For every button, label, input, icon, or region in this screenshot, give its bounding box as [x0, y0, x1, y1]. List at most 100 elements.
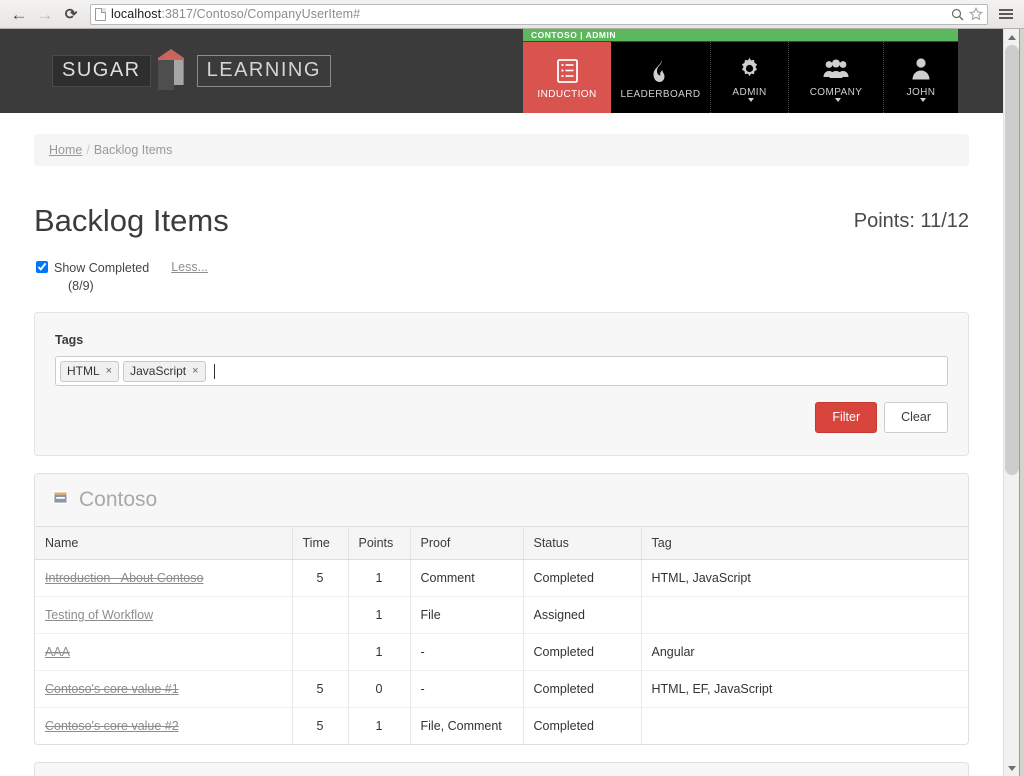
cell-proof: -	[410, 671, 523, 708]
cell-status: Completed	[523, 708, 641, 745]
backlog-items-table: Name Time Points Proof Status Tag	[35, 527, 968, 744]
nav-item-john[interactable]: JOHN	[884, 42, 958, 113]
tenant-badge: CONTOSO | ADMIN	[523, 29, 958, 42]
sugar-cube-icon	[153, 48, 195, 94]
breadcrumb: Home / Backlog Items	[34, 134, 969, 166]
logo-text-sugar: SUGAR	[52, 55, 151, 87]
tag-pill-label: HTML	[67, 365, 100, 377]
scrollbar-thumb[interactable]	[1005, 45, 1019, 475]
text-cursor	[214, 364, 215, 379]
hamburger-menu-icon[interactable]	[994, 2, 1018, 26]
item-link[interactable]: Contoso's core value #2	[45, 719, 179, 733]
back-icon[interactable]: ←	[6, 2, 32, 26]
user-icon	[911, 56, 931, 82]
table-row: Contoso's core value #2 5 1 File, Commen…	[35, 708, 968, 745]
chevron-down-icon	[835, 98, 841, 102]
column-header-status[interactable]: Status	[523, 527, 641, 560]
address-bar[interactable]: localhost:3817/Contoso/CompanyUserItem#	[90, 4, 988, 25]
cell-time: 5	[292, 560, 348, 597]
group-title-contoso: Contoso	[79, 488, 157, 512]
cell-proof: File	[410, 597, 523, 634]
item-link[interactable]: Testing of Workflow	[45, 608, 153, 622]
tags-input[interactable]: HTML × JavaScript ×	[55, 356, 948, 386]
logo[interactable]: SUGAR LEARNING	[0, 29, 331, 113]
nav-item-admin[interactable]: ADMIN	[711, 42, 789, 113]
cell-status: Completed	[523, 634, 641, 671]
browser-window: ← → ⟳ localhost:3817/Contoso/CompanyUser…	[0, 0, 1024, 776]
table-row: Contoso's core value #1 5 0 - Completed …	[35, 671, 968, 708]
points-counter: Points: 11/12	[854, 210, 969, 236]
cell-tag: Angular	[641, 634, 968, 671]
item-link[interactable]: AAA	[45, 645, 70, 659]
chevron-down-icon	[748, 98, 754, 102]
flame-icon	[651, 58, 671, 84]
cell-tag	[641, 597, 968, 634]
filter-button[interactable]: Filter	[815, 402, 877, 433]
reload-icon[interactable]: ⟳	[58, 2, 84, 26]
tag-pill-html[interactable]: HTML ×	[60, 361, 119, 382]
cell-proof: Comment	[410, 560, 523, 597]
window-edge	[1019, 29, 1024, 776]
cell-points: 1	[348, 708, 410, 745]
nav-item-induction[interactable]: INDUCTION	[523, 42, 611, 113]
nav-item-leaderboard[interactable]: LEADERBOARD	[611, 42, 711, 113]
tag-remove-icon[interactable]: ×	[106, 366, 112, 377]
cell-status: Assigned	[523, 597, 641, 634]
group-panel-contoso: Contoso Name Time Points Proof Status	[34, 473, 969, 745]
group-header-it[interactable]: IT	[35, 763, 968, 776]
cell-time: 5	[292, 671, 348, 708]
breadcrumb-separator: /	[86, 143, 89, 157]
logo-text-learning: LEARNING	[197, 55, 331, 87]
address-bar-icons	[951, 5, 983, 24]
column-header-proof[interactable]: Proof	[410, 527, 523, 560]
nav-item-company[interactable]: COMPANY	[789, 42, 884, 113]
cell-proof: File, Comment	[410, 708, 523, 745]
cell-tag	[641, 708, 968, 745]
clear-button[interactable]: Clear	[884, 402, 948, 433]
nav-label-john: JOHN	[907, 87, 936, 98]
star-icon[interactable]	[969, 7, 983, 21]
cell-status: Completed	[523, 671, 641, 708]
tags-label: Tags	[55, 333, 948, 347]
show-completed-label-block: Show Completed (8/9)	[54, 259, 149, 295]
group-header-contoso[interactable]: Contoso	[35, 474, 968, 527]
show-completed-checkbox[interactable]	[36, 261, 48, 273]
column-header-points[interactable]: Points	[348, 527, 410, 560]
page-title-row: Backlog Items Points: 11/12	[34, 205, 969, 236]
page-scrollbar[interactable]	[1003, 29, 1019, 776]
show-completed-row: Show Completed (8/9) Less...	[34, 259, 969, 295]
table-row: Testing of Workflow 1 File Assigned	[35, 597, 968, 634]
main-navigation: CONTOSO | ADMIN INDUCTION	[523, 29, 958, 113]
column-header-time[interactable]: Time	[292, 527, 348, 560]
item-link[interactable]: Introduction - About Contoso	[45, 571, 203, 585]
scroll-up-arrow-icon[interactable]	[1004, 29, 1020, 45]
url-path: :3817/Contoso/CompanyUserItem#	[161, 7, 360, 21]
site-header: SUGAR LEARNING CONTOSO | ADMIN	[0, 29, 1003, 113]
tag-pill-javascript[interactable]: JavaScript ×	[123, 361, 205, 382]
less-toggle-link[interactable]: Less...	[171, 259, 208, 274]
browser-viewport: SUGAR LEARNING CONTOSO | ADMIN	[0, 29, 1024, 776]
cell-name: AAA	[35, 634, 292, 671]
nav-label-company: COMPANY	[810, 87, 863, 98]
chevron-down-icon	[920, 98, 926, 102]
tag-remove-icon[interactable]: ×	[192, 366, 198, 377]
group-panel-it: IT	[34, 762, 969, 776]
column-header-tag[interactable]: Tag	[641, 527, 968, 560]
cell-time	[292, 634, 348, 671]
cell-name: Contoso's core value #1	[35, 671, 292, 708]
forward-icon[interactable]: →	[32, 2, 58, 26]
url-host: localhost	[111, 7, 161, 21]
breadcrumb-current: Backlog Items	[94, 143, 173, 157]
breadcrumb-home-link[interactable]: Home	[49, 143, 82, 157]
item-link[interactable]: Contoso's core value #1	[45, 682, 179, 696]
minus-icon[interactable]	[53, 491, 68, 509]
filter-panel: Tags HTML × JavaScript ×	[34, 312, 969, 456]
magnifier-icon[interactable]	[951, 8, 964, 21]
scroll-down-arrow-icon[interactable]	[1004, 760, 1020, 776]
column-header-name[interactable]: Name	[35, 527, 292, 560]
nav-label-leaderboard: LEADERBOARD	[621, 89, 701, 100]
table-row: Introduction - About Contoso 5 1 Comment…	[35, 560, 968, 597]
filter-buttons: Filter Clear	[55, 402, 948, 433]
list-icon	[557, 58, 578, 84]
url-text: localhost:3817/Contoso/CompanyUserItem#	[111, 7, 360, 21]
